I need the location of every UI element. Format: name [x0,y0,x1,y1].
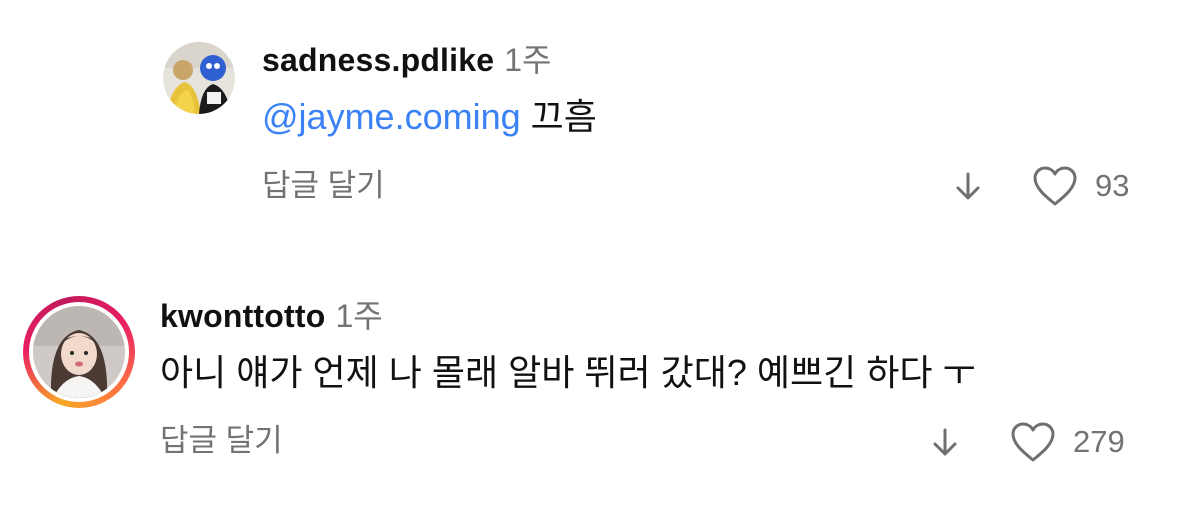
like-count: 93 [1095,168,1130,203]
reply-button[interactable]: 답글 달기 [160,421,283,461]
timestamp: 1주 [335,298,383,334]
comment-item: sadness.pdlike 1주 @jayme.coming 끄흠 답글 달기 … [0,0,1179,240]
heart-outline-icon[interactable] [1030,164,1080,208]
comment-item: kwonttotto 1주 아니 얘가 언제 나 몰래 알바 뛰러 갔대? 예쁘긴… [0,240,1179,511]
down-arrow-icon[interactable] [929,422,961,462]
like-count: 279 [1073,424,1125,459]
comment-header: kwonttotto 1주 [160,296,383,336]
story-ring[interactable] [23,296,135,408]
username[interactable]: sadness.pdlike [262,42,494,78]
avatar[interactable] [163,42,235,114]
comment-text: 아니 얘가 언제 나 몰래 알바 뛰러 갔대? 예쁘긴 하다 ㅜ [160,352,976,393]
avatar [33,306,125,398]
heart-outline-icon[interactable] [1008,420,1058,464]
timestamp: 1주 [504,42,552,78]
comment-text: @jayme.coming 끄흠 [262,95,597,139]
comment-header: sadness.pdlike 1주 [262,40,552,80]
username[interactable]: kwonttotto [160,298,326,334]
avatar-image [33,306,125,398]
comment-body: 끄흠 [530,96,597,137]
avatar-image [163,42,235,114]
reply-button[interactable]: 답글 달기 [262,166,385,206]
down-arrow-icon[interactable] [952,166,984,206]
mention-link[interactable]: @jayme.coming [262,96,521,137]
